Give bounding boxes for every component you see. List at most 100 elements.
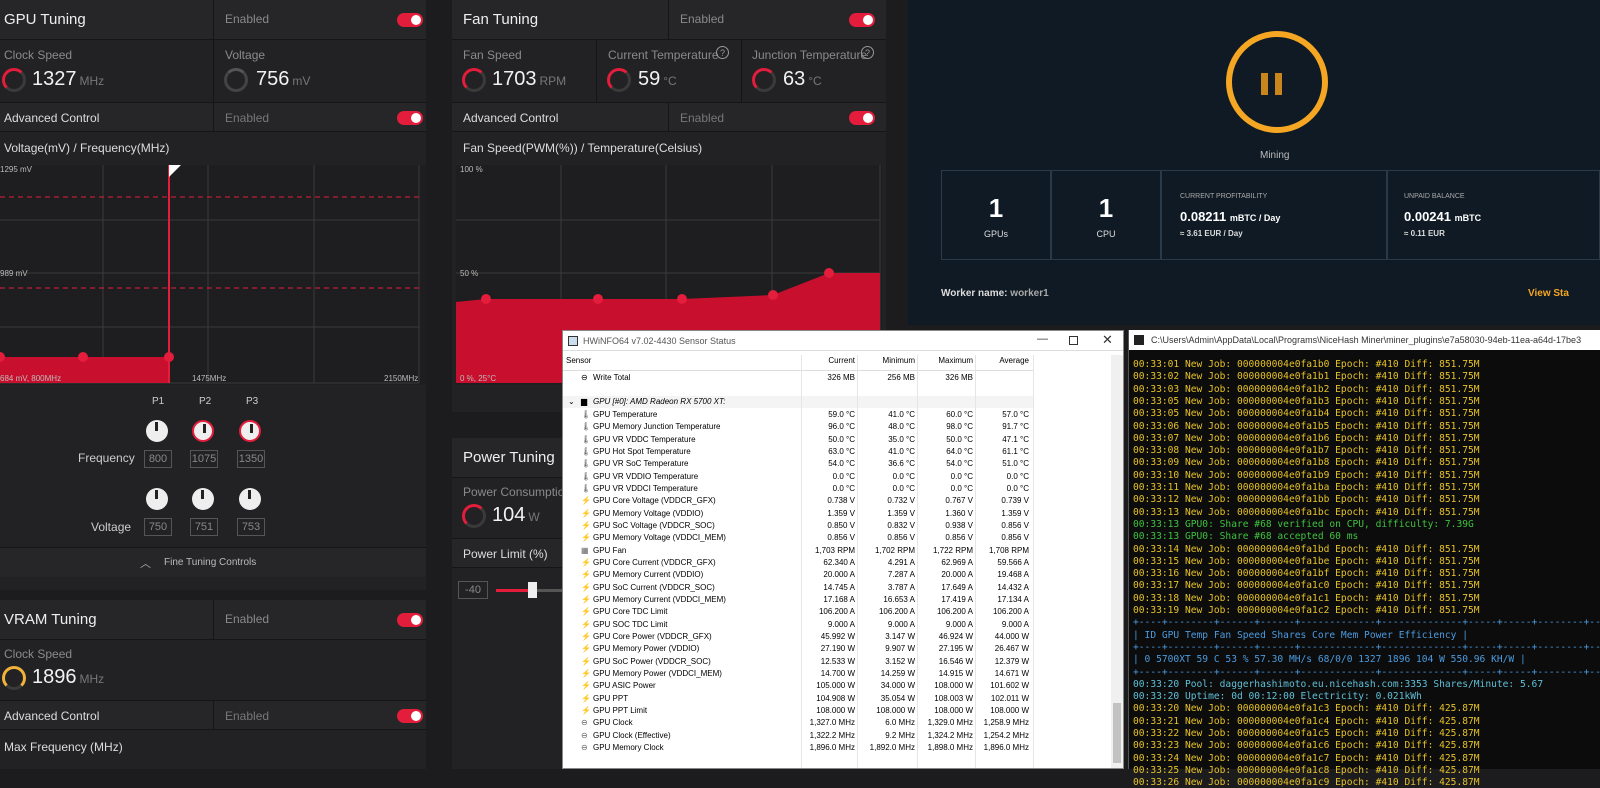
table-row[interactable]: ⚡ GPU Memory Power (VDDIO) 27.190 W 9.907 W… bbox=[563, 643, 1033, 655]
hwinfo-gpu-group[interactable]: ⌄ ▆ GPU [#0]: AMD Radeon RX 5700 XT: bbox=[563, 396, 1033, 409]
table-row[interactable]: ⚡ GPU Memory Voltage (VDDIO) 1.359 V 1.359 … bbox=[563, 508, 1033, 520]
row-label: GPU Memory Current (VDDCI_MEM) bbox=[593, 594, 726, 604]
gpu-advanced-control-toggle[interactable] bbox=[397, 111, 423, 125]
row-maximum: 54.0 °C bbox=[946, 459, 973, 469]
table-row[interactable]: ⊖ GPU Clock (Effective) 1,322.2 MHz 9.2 MHz… bbox=[563, 730, 1033, 742]
col-current[interactable]: Current bbox=[803, 355, 855, 367]
row-maximum: 108.000 W bbox=[934, 681, 973, 691]
row-minimum: 16.653 A bbox=[883, 594, 915, 604]
table-row[interactable]: 🌡 GPU VR VDDIO Temperature 0.0 °C 0.0 °C 0.0… bbox=[563, 471, 1033, 483]
voltage-icon: ⚡ bbox=[581, 668, 591, 678]
power-limit-handle[interactable] bbox=[528, 582, 537, 598]
table-row[interactable]: ⚡ GPU Core Power (VDDCR_GFX) 45.992 W 3.147… bbox=[563, 631, 1033, 643]
profit-label: CURRENT PROFITABILITY bbox=[1180, 193, 1268, 200]
table-row[interactable]: ⚡ GPU SoC Current (VDDCR_SOC) 14.745 A 3.78… bbox=[563, 582, 1033, 594]
vram-advanced-toggle[interactable] bbox=[397, 709, 423, 723]
table-row[interactable]: ⚡ GPU PPT Limit 108.000 W 108.000 W 108.000 … bbox=[563, 705, 1033, 717]
worker-name: Worker name: worker1 bbox=[941, 288, 1049, 299]
clock-icon: ⊖ bbox=[581, 718, 588, 728]
table-row[interactable]: ▦ GPU Fan 1,703 RPM 1,702 RPM 1,722 RPM 1,708… bbox=[563, 545, 1033, 557]
console-line: 00:33:18 New Job: 000000004e0fa1c1 Epoch… bbox=[1133, 592, 1480, 604]
table-row[interactable]: ⚡ GPU Memory Power (VDDCI_MEM) 14.700 W 14.… bbox=[563, 668, 1033, 680]
col-average[interactable]: Average bbox=[977, 355, 1029, 367]
row-label: GPU Memory Power (VDDCI_MEM) bbox=[593, 668, 722, 678]
table-row[interactable]: ⊖ GPU Clock 1,327.0 MHz 6.0 MHz 1,329.0 MHz 1… bbox=[563, 717, 1033, 729]
p2-voltage-knob[interactable] bbox=[192, 488, 214, 510]
row-minimum: 0.0 °C bbox=[892, 483, 915, 493]
p2-frequency-knob[interactable] bbox=[192, 420, 214, 442]
close-icon[interactable]: ✕ bbox=[1102, 332, 1113, 348]
table-row[interactable]: ⚡ GPU ASIC Power 105.000 W 34.000 W 108.000 … bbox=[563, 680, 1033, 692]
p2-frequency-field[interactable]: 1075 bbox=[190, 450, 218, 468]
thermometer-icon: 🌡 bbox=[581, 471, 592, 481]
row-average: 1,708 RPM bbox=[988, 545, 1029, 555]
row-maximum: 46.924 W bbox=[938, 631, 973, 641]
row-minimum: 41.0 °C bbox=[888, 410, 915, 419]
p3-frequency-knob[interactable] bbox=[239, 420, 261, 442]
table-row[interactable]: ⚡ GPU Core Voltage (VDDCR_GFX) 0.738 V 0.73… bbox=[563, 495, 1033, 507]
table-row[interactable]: ⊖ GPU Memory Clock 1,896.0 MHz 1,892.0 MHz 1… bbox=[563, 742, 1033, 754]
table-row[interactable]: ⚡ GPU Memory Voltage (VDDCI_MEM) 0.856 V 0.… bbox=[563, 532, 1033, 544]
fan-advanced-toggle[interactable] bbox=[849, 111, 875, 125]
p1-voltage-field[interactable]: 750 bbox=[144, 518, 172, 536]
console-line: 00:33:05 New Job: 000000004e0fa1b3 Epoch… bbox=[1133, 395, 1480, 407]
row-label: GPU Clock bbox=[593, 718, 633, 728]
fine-tuning-toggle[interactable]: ︿ Fine Tuning Controls bbox=[0, 547, 426, 577]
view-stats-link[interactable]: View Sta bbox=[1528, 288, 1569, 299]
scrollbar-thumb[interactable] bbox=[1113, 703, 1121, 763]
table-row[interactable]: ⚡ GPU Memory Current (VDDIO) 20.000 A 7.287… bbox=[563, 569, 1033, 581]
table-row[interactable]: ⚡ GPU SoC Power (VDDCR_SOC) 12.533 W 3.152 … bbox=[563, 656, 1033, 668]
p3-voltage-field[interactable]: 753 bbox=[237, 518, 265, 536]
voltage-frequency-chart[interactable] bbox=[0, 165, 426, 385]
table-row[interactable]: ⚡ GPU Core Current (VDDCR_GFX) 62.340 A 4.2… bbox=[563, 557, 1033, 569]
p3-voltage-knob[interactable] bbox=[239, 488, 261, 510]
hwinfo-scrollbar[interactable] bbox=[1111, 355, 1123, 768]
console-line: 00:33:13 GPU0: Share #68 accepted 60 ms bbox=[1133, 531, 1359, 543]
col-sensor[interactable]: Sensor bbox=[566, 355, 591, 367]
table-row[interactable]: 🌡 GPU Temperature 59.0 °C 41.0 °C 60.0 °C 57.… bbox=[563, 409, 1033, 421]
table-row[interactable]: ⚡ GPU SOC TDC Limit 9.000 A 9.000 A 9.000 A 9… bbox=[563, 619, 1033, 631]
help-icon[interactable]: ? bbox=[861, 46, 874, 59]
table-row[interactable]: ⚡ GPU Memory Current (VDDCI_MEM) 17.168 A 1… bbox=[563, 594, 1033, 606]
mining-toggle-button[interactable] bbox=[1226, 31, 1328, 133]
row-average: 9.000 A bbox=[1001, 619, 1029, 629]
row-minimum: 108.000 W bbox=[876, 705, 915, 715]
p2-voltage-field[interactable]: 751 bbox=[190, 518, 218, 536]
hwinfo-write-total-row[interactable]: ⊖ Write Total 326 MB 256 MB 326 MB bbox=[563, 372, 1033, 384]
vram-tuning-toggle[interactable] bbox=[397, 613, 423, 627]
p1-frequency-field[interactable]: 800 bbox=[144, 450, 172, 468]
table-row[interactable]: 🌡 GPU Hot Spot Temperature 63.0 °C 41.0 °C 6… bbox=[563, 446, 1033, 458]
table-row[interactable]: 🌡 GPU VR VDDC Temperature 50.0 °C 35.0 °C 50… bbox=[563, 434, 1033, 446]
table-row[interactable]: 🌡 GPU VR SoC Temperature 54.0 °C 36.6 °C 54.… bbox=[563, 458, 1033, 470]
col-minimum[interactable]: Minimum bbox=[859, 355, 915, 367]
row-average: 0.0 °C bbox=[1006, 483, 1029, 493]
help-icon[interactable]: ? bbox=[716, 46, 729, 59]
minimize-icon[interactable]: — bbox=[1037, 333, 1048, 345]
table-row[interactable]: ⚡ GPU PPT 104.908 W 35.054 W 108.003 W 102.01… bbox=[563, 693, 1033, 705]
p1-voltage-knob[interactable] bbox=[146, 488, 168, 510]
table-row[interactable]: ⚡ GPU SoC Voltage (VDDCR_SOC) 0.850 V 0.832… bbox=[563, 520, 1033, 532]
table-row[interactable]: ⚡ GPU Core TDC Limit 106.200 A 106.200 A 106… bbox=[563, 606, 1033, 618]
table-row[interactable]: 🌡 GPU Memory Junction Temperature 96.0 °C 4… bbox=[563, 421, 1033, 433]
p3-frequency-field[interactable]: 1350 bbox=[237, 450, 265, 468]
clock-icon: ⊖ bbox=[581, 742, 588, 752]
vf-x-left-label: 684 mV, 800MHz bbox=[0, 374, 62, 383]
p1-frequency-knob[interactable] bbox=[146, 420, 168, 442]
fan-icon: ▦ bbox=[581, 545, 589, 555]
maximize-icon[interactable] bbox=[1069, 336, 1078, 345]
junction-temp-gauge-icon bbox=[752, 68, 776, 92]
table-row[interactable]: 🌡 GPU VR VDDCI Temperature 0.0 °C 0.0 °C 0.0… bbox=[563, 483, 1033, 495]
fan-speed-label: Fan Speed bbox=[463, 48, 522, 62]
row-average: 14.671 W bbox=[994, 668, 1029, 678]
row-minimum: 1.359 V bbox=[887, 508, 915, 518]
col-maximum[interactable]: Maximum bbox=[919, 355, 973, 367]
fan-tuning-toggle[interactable] bbox=[849, 13, 875, 27]
console-line: 00:33:25 New Job: 000000004e0fa1c8 Epoch… bbox=[1133, 764, 1480, 776]
console-line: 00:33:20 Uptime: 0d 00:12:00 Electricity… bbox=[1133, 691, 1422, 703]
power-limit-slider[interactable] bbox=[496, 582, 562, 598]
row-current: 27.190 W bbox=[820, 644, 855, 654]
power-limit-min-field: -40 bbox=[458, 581, 488, 599]
row-maximum: 1,324.2 MHz bbox=[927, 730, 973, 740]
gpu-tuning-toggle[interactable] bbox=[397, 13, 423, 27]
mining-status: Mining bbox=[1260, 150, 1290, 161]
